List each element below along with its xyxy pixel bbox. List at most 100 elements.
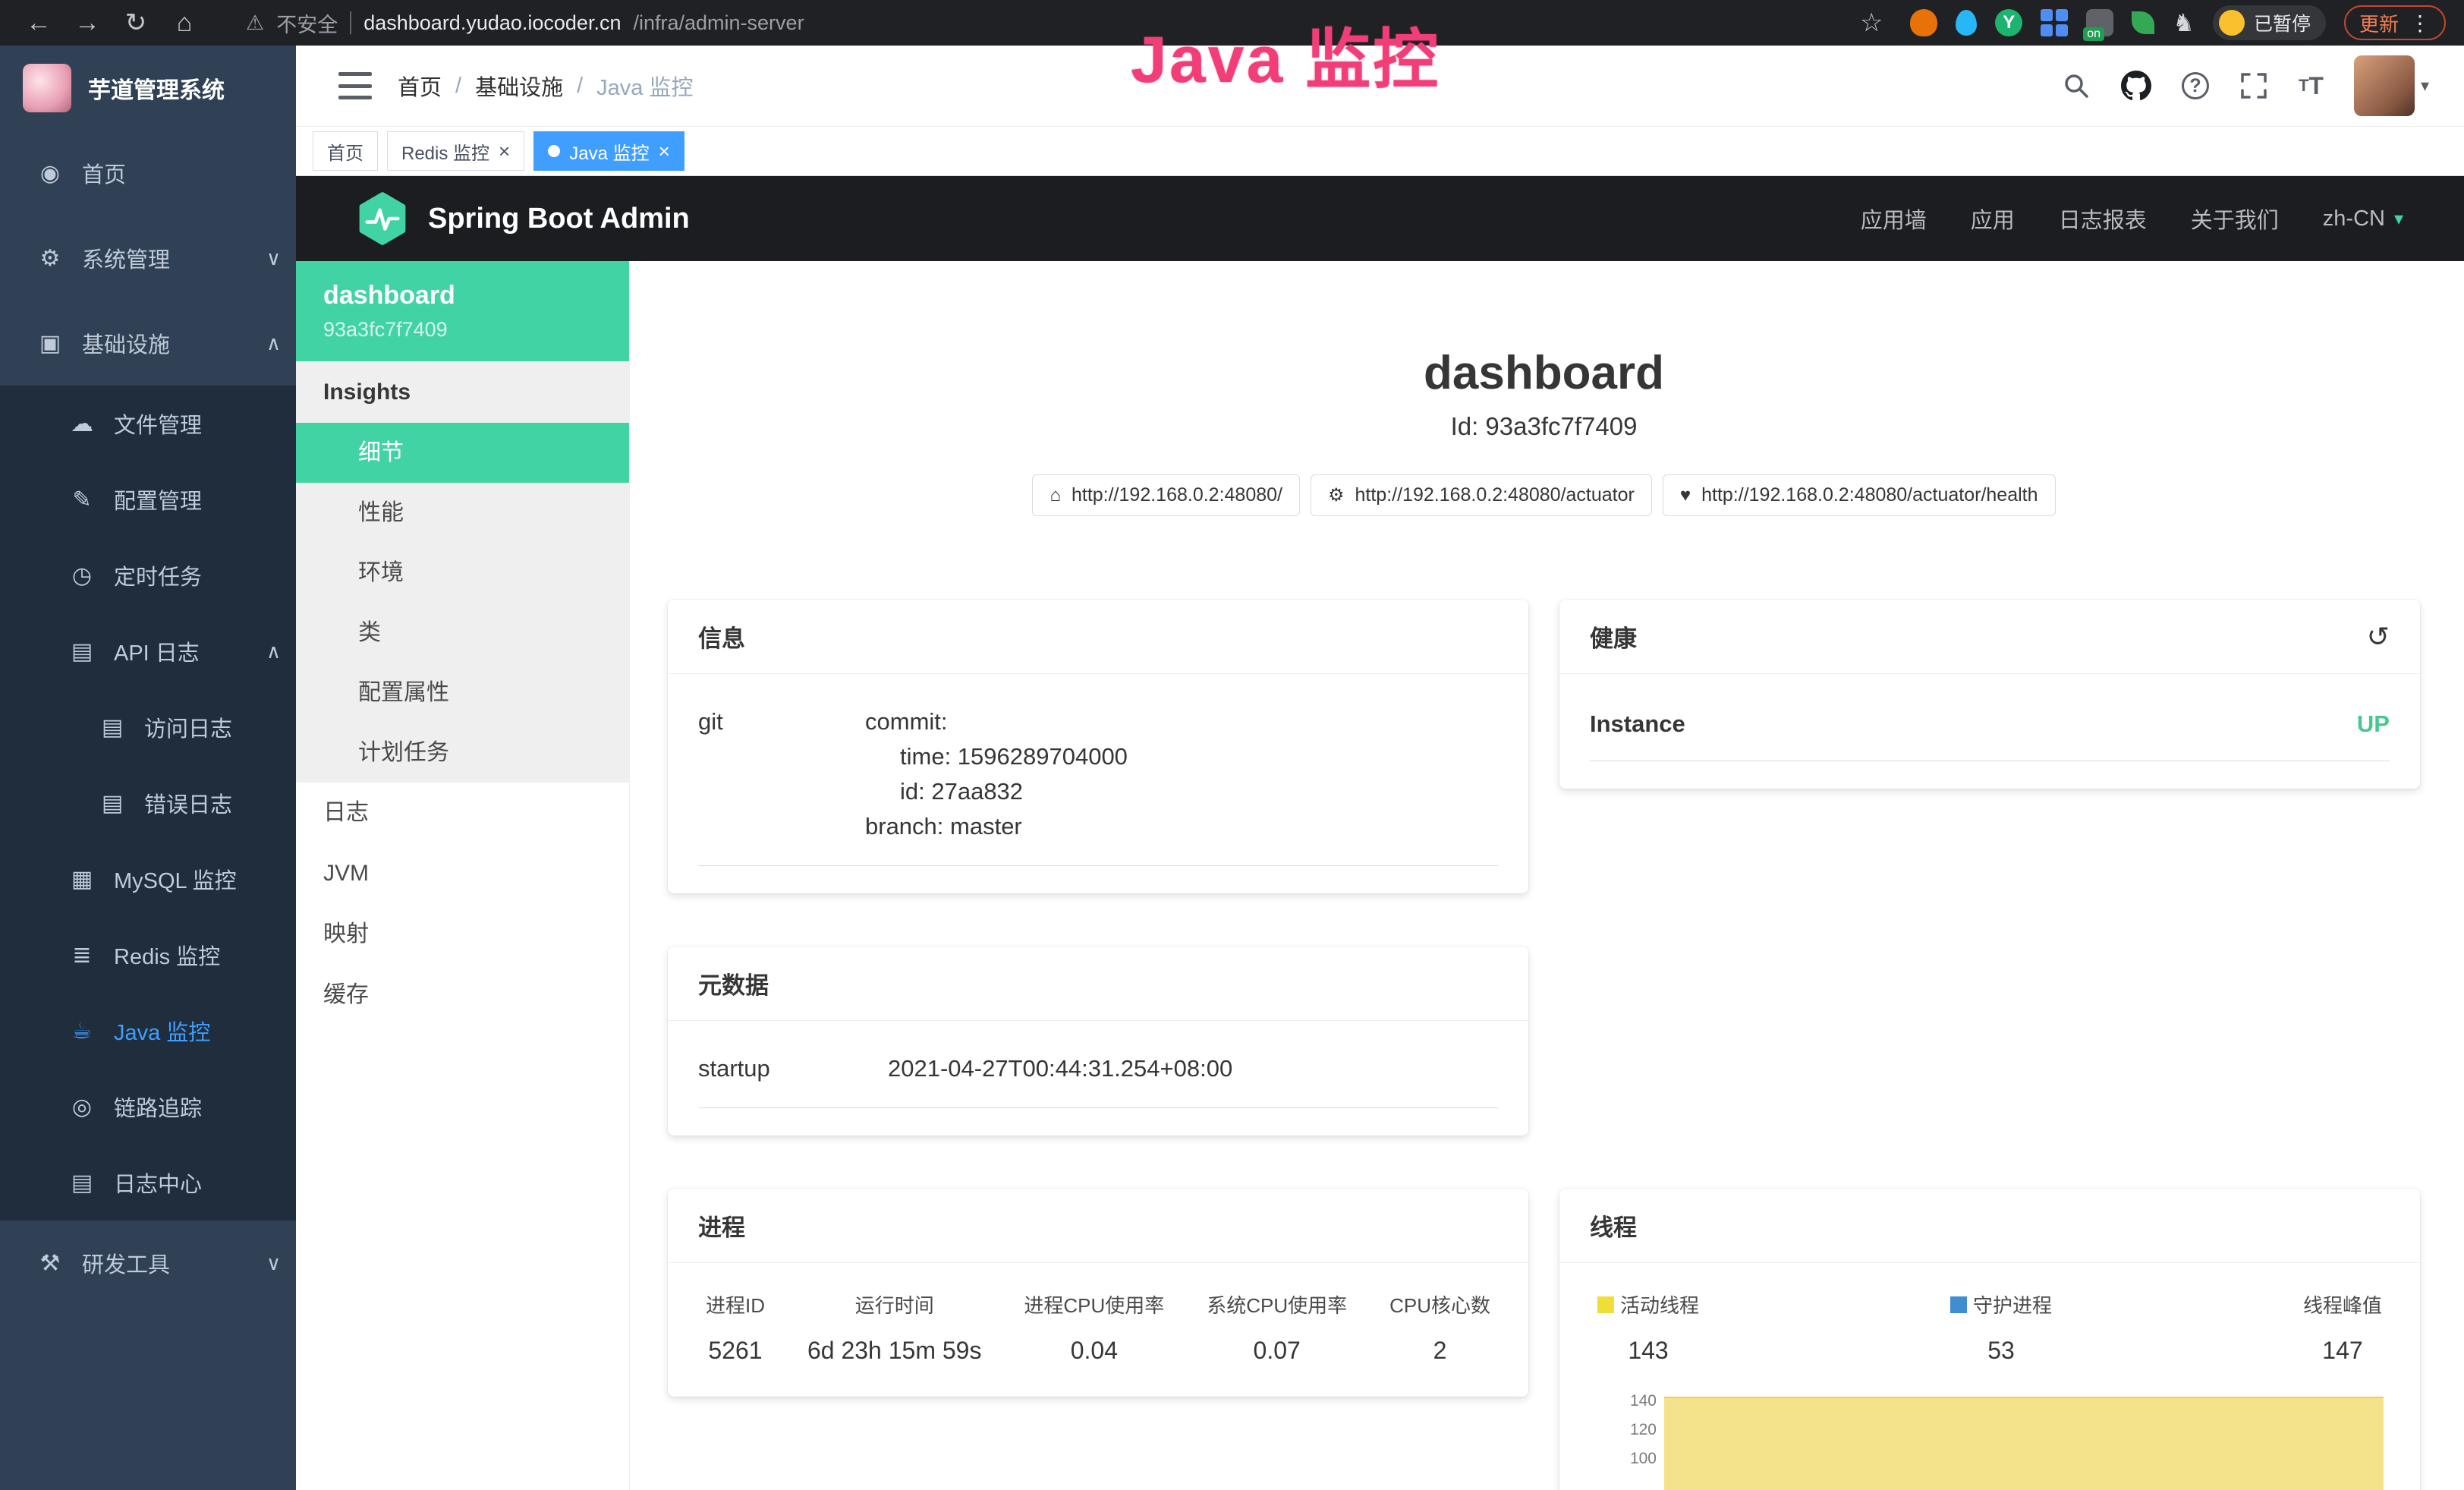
threads-card-header: 线程 — [1559, 1189, 2420, 1263]
sba-item-config-props[interactable]: 配置属性 — [296, 663, 629, 723]
sba-item-classes[interactable]: 类 — [296, 603, 629, 663]
search-icon[interactable] — [2062, 71, 2091, 100]
fullscreen-icon[interactable] — [2239, 71, 2268, 100]
wrench-icon: ⚙ — [1328, 484, 1345, 506]
breadcrumb-item-infrastructure[interactable]: 基础设施 — [475, 70, 563, 102]
sidebar-item-java-monitor[interactable]: ☕ Java 监控 — [0, 993, 296, 1069]
forward-icon[interactable]: → — [67, 0, 108, 46]
service-url-link[interactable]: ⌂ http://192.168.0.2:48080/ — [1032, 474, 1300, 516]
help-icon[interactable]: ? — [2182, 72, 2209, 99]
sba-nav-journal[interactable]: 日志报表 — [2059, 203, 2147, 235]
reload-icon[interactable]: ↻ — [115, 0, 156, 46]
extension-icon-3[interactable]: Y — [1995, 9, 2022, 36]
url-path: /infra/admin-server — [633, 11, 804, 35]
instance-links: ⌂ http://192.168.0.2:48080/ ⚙ http://192… — [668, 474, 2420, 516]
browser-home-icon[interactable]: ⌂ — [164, 0, 205, 46]
sidebar-item-label: Redis 监控 — [114, 939, 220, 971]
font-size-icon[interactable]: TT — [2299, 72, 2324, 100]
sidebar-item-redis-monitor[interactable]: ≣ Redis 监控 — [0, 917, 296, 993]
tag-java-monitor[interactable]: Java 监控 × — [533, 131, 684, 171]
caret-down-icon: ▾ — [2421, 76, 2429, 96]
sidebar-item-mysql-monitor[interactable]: ▦ MySQL 监控 — [0, 841, 296, 917]
daemon-threads-swatch — [1950, 1296, 1967, 1313]
process-card-body: 进程ID 5261 运行时间 6d 23h 15m 59s 进程CPU使用率 0… — [668, 1263, 1528, 1397]
process-card: 进程 进程ID 5261 运行时间 6d 23h 15m 59s — [668, 1189, 1528, 1397]
security-label: 不安全 — [276, 8, 338, 38]
profile-chip[interactable]: 已暂停 — [2213, 5, 2326, 40]
sba-brand[interactable]: Spring Boot Admin — [355, 191, 690, 246]
breadcrumb-item-current: Java 监控 — [596, 70, 693, 102]
app-logo: 芋道管理系统 — [0, 46, 296, 131]
sidebar-item-infrastructure[interactable]: ▣ 基础设施 ∧ — [0, 301, 296, 386]
extension-icon-5[interactable]: on — [2086, 9, 2113, 36]
chevron-down-icon: ∨ — [266, 1252, 281, 1275]
close-icon[interactable]: × — [499, 141, 510, 161]
sba-item-metrics[interactable]: 性能 — [296, 483, 629, 543]
sidebar-item-dev-tools[interactable]: ⚒ 研发工具 ∨ — [0, 1221, 296, 1306]
sba-item-environment[interactable]: 环境 — [296, 543, 629, 603]
github-icon[interactable] — [2121, 71, 2151, 101]
sidebar-item-scheduled-jobs[interactable]: ◷ 定时任务 — [0, 537, 296, 613]
sba-item-scheduled-tasks[interactable]: 计划任务 — [296, 723, 629, 783]
browser-menu-icon[interactable]: ⋮ — [2409, 11, 2431, 36]
metric-uptime: 运行时间 6d 23h 15m 59s — [807, 1290, 982, 1365]
sidebar-item-label: API 日志 — [114, 635, 200, 667]
sba-navbar: Spring Boot Admin 应用墙 应用 日志报表 关于我们 zh-CN… — [296, 176, 2464, 261]
extension-icon-4[interactable] — [2041, 9, 2068, 36]
sidebar-item-error-logs[interactable]: ▤ 错误日志 — [0, 765, 296, 841]
sidebar-item-home[interactable]: ◉ 首页 — [0, 131, 296, 216]
close-icon[interactable]: × — [659, 141, 670, 161]
sidebar-item-label: 错误日志 — [144, 787, 232, 819]
doc-icon: ▤ — [96, 714, 129, 741]
git-commit-line: commit: — [865, 704, 1128, 739]
sidebar-item-log-center[interactable]: ▤ 日志中心 — [0, 1145, 296, 1221]
sidebar-item-system-mgmt[interactable]: ⚙ 系统管理 ∨ — [0, 216, 296, 301]
sidebar-item-api-logs[interactable]: ▤ API 日志 ∧ — [0, 613, 296, 689]
extension-icon-1[interactable] — [1910, 9, 1937, 36]
info-key: git — [698, 704, 865, 844]
sba-nav-about[interactable]: 关于我们 — [2191, 203, 2279, 235]
locale-selector[interactable]: zh-CN ▾ — [2323, 206, 2403, 232]
actuator-url-link[interactable]: ⚙ http://192.168.0.2:48080/actuator — [1311, 474, 1652, 516]
active-tag-dot — [548, 145, 560, 157]
extension-icon-7[interactable]: ♞ — [2173, 9, 2195, 36]
sidebar-item-tracing[interactable]: ◎ 链路追踪 — [0, 1069, 296, 1145]
tag-label: Java 监控 — [569, 138, 649, 165]
y-tick: 120 — [1611, 1421, 1657, 1439]
health-url-link[interactable]: ♥ http://192.168.0.2:48080/actuator/heal… — [1663, 474, 2056, 516]
sba-item-mappings[interactable]: 映射 — [296, 904, 629, 965]
extension-icon-2[interactable] — [1956, 10, 1977, 36]
threads-legend: 活动线程 143 守护进程 53 线程峰值 147 — [1590, 1274, 2390, 1369]
sba-nav-applications[interactable]: 应用 — [1971, 203, 2015, 235]
trace-icon: ◎ — [65, 1094, 99, 1120]
sidebar-item-config-mgmt[interactable]: ✎ 配置管理 — [0, 461, 296, 537]
tag-redis-monitor[interactable]: Redis 监控 × — [387, 131, 524, 171]
instance-header[interactable]: dashboard 93a3fc7f7409 — [296, 261, 629, 361]
insights-group: Insights 细节 性能 环境 类 配置属性 计划任务 — [296, 361, 629, 783]
breadcrumb: 首页 / 基础设施 / Java 监控 — [398, 70, 693, 102]
sidebar-item-access-logs[interactable]: ▤ 访问日志 — [0, 689, 296, 765]
history-icon[interactable]: ↺ — [2367, 621, 2390, 653]
breadcrumb-separator: / — [577, 74, 583, 99]
sidebar-item-label: 文件管理 — [114, 408, 202, 439]
actuator-url: http://192.168.0.2:48080/actuator — [1355, 484, 1635, 506]
extension-icon-6[interactable] — [2132, 11, 2154, 34]
breadcrumb-item-home[interactable]: 首页 — [398, 70, 442, 102]
update-button[interactable]: 更新 ⋮ — [2344, 5, 2446, 40]
metadata-row-startup: startup 2021-04-27T00:44:31.254+08:00 — [698, 1032, 1498, 1108]
sba-item-jvm[interactable]: JVM — [296, 843, 629, 904]
hamburger-icon[interactable] — [338, 72, 372, 99]
back-icon[interactable]: ← — [18, 0, 59, 46]
user-avatar[interactable] — [2354, 55, 2415, 116]
sba-item-caches[interactable]: 缓存 — [296, 965, 629, 1025]
sba-item-details[interactable]: 细节 — [296, 423, 629, 483]
tag-home[interactable]: 首页 — [313, 131, 378, 171]
address-bar[interactable]: ⚠ 不安全 dashboard.yudao.iocoder.cn/infra/a… — [232, 5, 818, 41]
bookmark-star-icon[interactable]: ☆ — [1851, 0, 1892, 46]
user-menu[interactable]: ▾ — [2354, 55, 2429, 116]
legend-peak-threads: 线程峰值 147 — [2303, 1290, 2382, 1365]
sba-nav-wallboard[interactable]: 应用墙 — [1861, 203, 1927, 235]
sidebar-item-file-mgmt[interactable]: ☁ 文件管理 — [0, 386, 296, 461]
sba-item-logs[interactable]: 日志 — [296, 783, 629, 843]
java-icon: ☕ — [65, 1018, 99, 1044]
